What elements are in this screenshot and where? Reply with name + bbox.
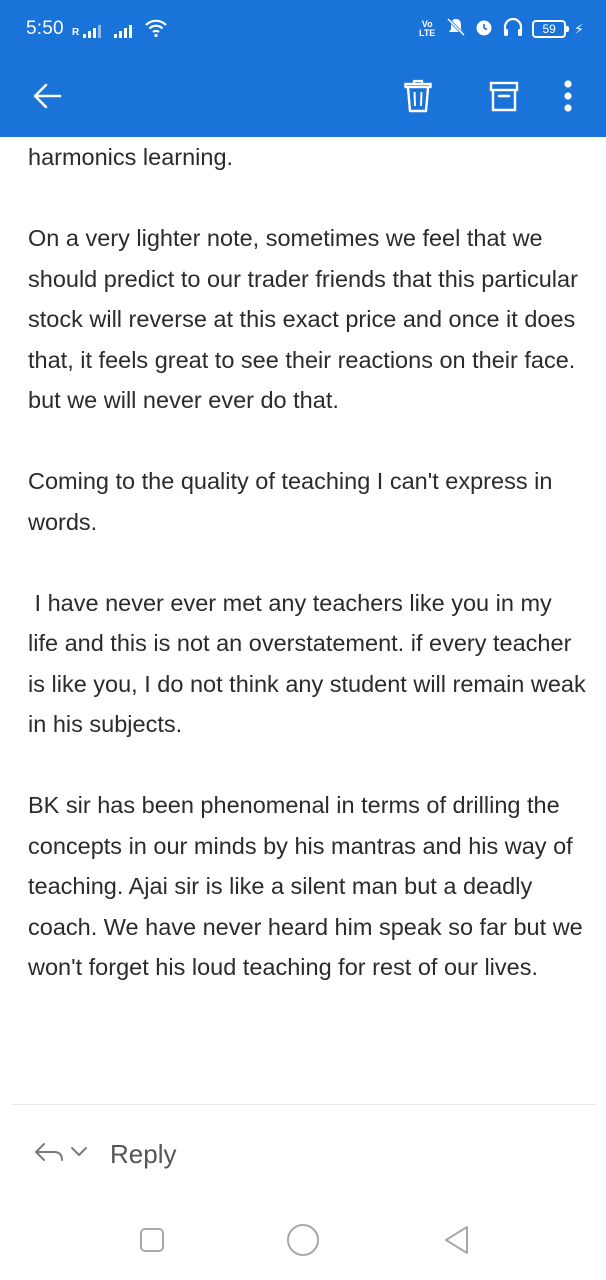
message-paragraph: On a very lighter note, sometimes we fee…: [28, 225, 578, 413]
system-back-button[interactable]: [436, 1224, 476, 1260]
home-button[interactable]: [283, 1223, 323, 1262]
app-bar: [0, 58, 606, 137]
charging-icon: ⚡: [574, 20, 584, 37]
recents-button[interactable]: [132, 1224, 172, 1260]
signal-sim2-icon: [114, 18, 132, 38]
mute-bell-icon: [446, 17, 466, 42]
battery-icon: 59: [532, 20, 570, 38]
alarm-icon: [474, 17, 494, 42]
chevron-down-icon[interactable]: [70, 1145, 88, 1163]
back-triangle-icon: [442, 1224, 470, 1261]
message-paragraph: harmonics learning.: [28, 144, 234, 170]
headphones-icon: [502, 17, 524, 42]
more-options-button[interactable]: [542, 72, 594, 124]
back-button[interactable]: [22, 72, 74, 124]
delete-button[interactable]: [392, 72, 444, 124]
status-right-icons: Vo LTE 59 ⚡: [416, 14, 584, 44]
status-bar: 5:50 R Vo LTE 59 ⚡: [0, 0, 606, 58]
reply-bar[interactable]: Reply: [32, 1130, 176, 1178]
reply-button[interactable]: Reply: [110, 1139, 176, 1170]
home-circle-icon: [286, 1223, 320, 1262]
system-nav-bar: [0, 1210, 606, 1270]
message-paragraph: I have never ever met any teachers like …: [28, 589, 593, 738]
archive-button[interactable]: [478, 72, 530, 124]
wifi-icon: [144, 18, 168, 43]
message-body: harmonics learning. On a very lighter no…: [28, 137, 588, 1028]
more-vert-icon: [563, 79, 573, 118]
reply-options[interactable]: [32, 1140, 88, 1169]
message-paragraph: Coming to the quality of teaching I can'…: [28, 468, 553, 535]
status-time: 5:50: [26, 18, 64, 39]
top-bar: 5:50 R Vo LTE 59 ⚡: [0, 0, 606, 137]
back-arrow-icon: [32, 82, 64, 115]
delete-icon: [404, 79, 432, 118]
reply-divider: [12, 1104, 596, 1105]
message-paragraph: BK sir has been phenomenal in terms of d…: [28, 792, 583, 980]
signal-sim1-icon: R: [72, 18, 102, 38]
reply-arrow-icon: [32, 1140, 66, 1169]
volte-icon: Vo LTE: [418, 19, 436, 38]
archive-icon: [489, 80, 519, 117]
recents-square-icon: [139, 1227, 165, 1258]
